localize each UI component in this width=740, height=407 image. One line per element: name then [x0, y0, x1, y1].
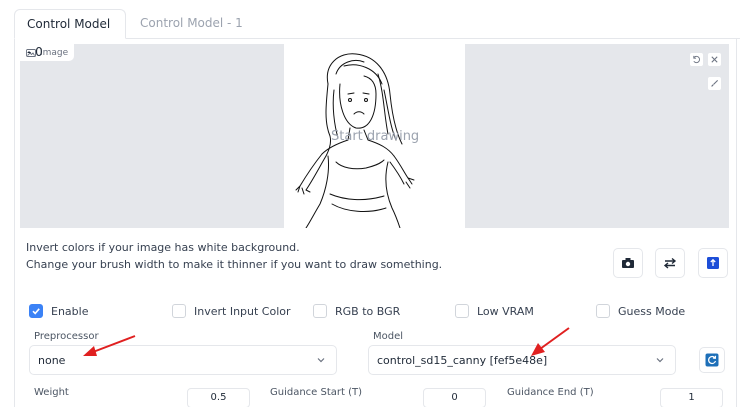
arrow-up-icon — [707, 257, 719, 269]
weight-label: Weight — [34, 387, 69, 398]
tab-bar: Control Model - 0 Control Model - 1 — [0, 0, 740, 59]
guidance-end-label: Guidance End (T) — [507, 387, 594, 398]
enable-label: Enable — [51, 304, 89, 318]
guidance-start-input[interactable]: 0 — [423, 388, 486, 407]
hint-invert-colors: Invert colors if your image has white ba… — [26, 241, 300, 254]
preprocessor-label: Preprocessor — [34, 331, 99, 342]
close-icon — [711, 56, 718, 63]
send-dimensions-button[interactable] — [698, 248, 728, 278]
invert-input-color-label: Invert Input Color — [194, 304, 291, 318]
canvas-placeholder: Start drawing — [331, 129, 420, 144]
chevron-down-icon — [656, 358, 664, 363]
image-area-right[interactable] — [465, 44, 729, 228]
panel-border-left — [14, 38, 15, 407]
refresh-models-button[interactable] — [699, 347, 725, 373]
refresh-icon — [705, 353, 719, 367]
clear-button[interactable] — [707, 52, 722, 67]
checkbox-box — [313, 304, 327, 318]
guess-mode-checkbox[interactable]: Guess Mode — [596, 303, 685, 319]
invert-input-color-checkbox[interactable]: Invert Input Color — [172, 303, 291, 319]
model-value: control_sd15_canny [fef5e48e] — [377, 353, 548, 367]
weight-input[interactable]: 0.5 — [187, 388, 250, 407]
guidance-start-label: Guidance Start (T) — [270, 387, 363, 398]
chevron-down-icon — [317, 358, 325, 363]
enable-checkbox[interactable]: Enable — [29, 303, 88, 319]
undo-icon — [693, 55, 700, 64]
image-label-text: Image — [40, 47, 69, 58]
brush-button[interactable] — [707, 76, 722, 91]
checkbox-box — [172, 304, 186, 318]
model-label: Model — [373, 331, 404, 342]
hint-brush-width: Change your brush width to make it thinn… — [26, 258, 443, 271]
preprocessor-value: none — [38, 353, 66, 367]
rgb-to-bgr-label: RGB to BGR — [335, 304, 401, 318]
swap-button[interactable] — [655, 248, 685, 278]
guidance-end-input[interactable]: 1 — [660, 388, 723, 407]
image-area-left[interactable] — [20, 44, 284, 228]
camera-icon — [622, 258, 634, 268]
brush-icon — [711, 79, 719, 87]
tab-control-model-0[interactable]: Control Model - 0 — [14, 9, 126, 59]
guess-mode-label: Guess Mode — [618, 304, 686, 318]
tab-control-model-1[interactable]: Control Model - 1 — [128, 9, 255, 39]
low-vram-label: Low VRAM — [477, 304, 534, 318]
panel-border-right — [736, 38, 737, 407]
camera-button[interactable] — [613, 248, 643, 278]
model-select[interactable]: control_sd15_canny [fef5e48e] — [368, 345, 676, 375]
rgb-to-bgr-checkbox[interactable]: RGB to BGR — [313, 303, 400, 319]
undo-button[interactable] — [689, 52, 704, 67]
low-vram-checkbox[interactable]: Low VRAM — [455, 303, 534, 319]
swap-arrows-icon — [663, 257, 677, 269]
preprocessor-select[interactable]: none — [29, 345, 337, 375]
checkbox-box — [455, 304, 469, 318]
check-icon — [29, 304, 43, 318]
checkbox-box — [596, 304, 610, 318]
